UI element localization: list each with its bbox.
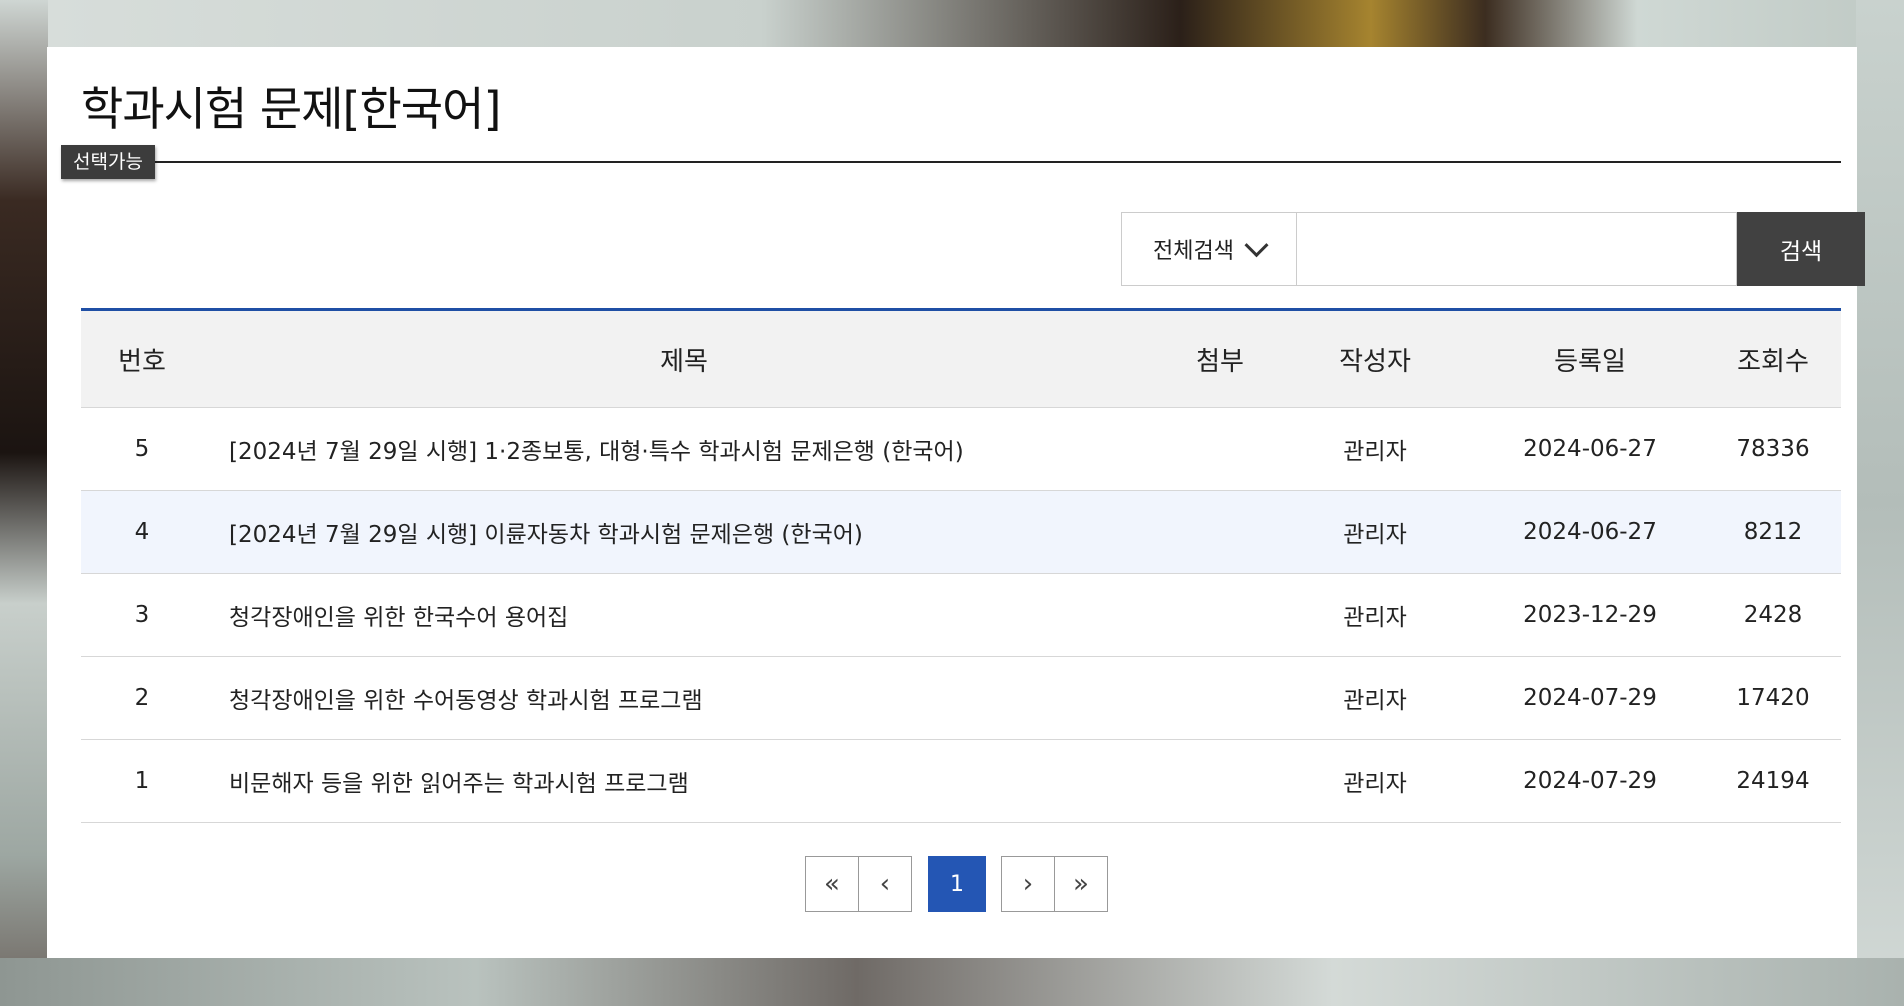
column-header-date: 등록일: [1475, 309, 1705, 408]
board-panel: 학과시험 문제[한국어] 선택가능 전체검색 검색 번호 제목 첨부 작성자 등…: [47, 47, 1865, 958]
table-row[interactable]: 5 [2024년 7월 29일 시행] 1·2종보통, 대형·특수 학과시험 문…: [81, 407, 1841, 491]
row-date: 2024-06-27: [1475, 490, 1705, 574]
column-header-author: 작성자: [1275, 309, 1475, 408]
row-attachment: [1165, 739, 1275, 823]
row-number: 5: [81, 407, 203, 491]
row-author: 관리자: [1275, 656, 1475, 740]
row-views: 17420: [1705, 656, 1841, 740]
search-bar: 전체검색 검색: [1121, 212, 1865, 286]
column-header-number: 번호: [81, 309, 203, 408]
chevron-left-icon: ‹: [879, 869, 891, 899]
last-page-button[interactable]: »: [1054, 856, 1108, 912]
row-attachment: [1165, 573, 1275, 657]
double-chevron-right-icon: »: [1073, 869, 1089, 899]
row-attachment: [1165, 407, 1275, 491]
column-header-views: 조회수: [1705, 309, 1841, 408]
row-author: 관리자: [1275, 490, 1475, 574]
table-row[interactable]: 3 청각장애인을 위한 한국수어 용어집 관리자 2023-12-29 2428: [81, 573, 1841, 657]
column-header-attachment: 첨부: [1165, 309, 1275, 408]
row-views: 24194: [1705, 739, 1841, 823]
row-date: 2023-12-29: [1475, 573, 1705, 657]
row-author: 관리자: [1275, 739, 1475, 823]
chevron-right-icon: ›: [1022, 869, 1034, 899]
first-page-button[interactable]: «: [805, 856, 859, 912]
row-title-link[interactable]: 비문해자 등을 위한 읽어주는 학과시험 프로그램: [203, 739, 1165, 823]
row-title-link[interactable]: [2024년 7월 29일 시행] 이륜자동차 학과시험 문제은행 (한국어): [203, 490, 1165, 574]
row-title-link[interactable]: [2024년 7월 29일 시행] 1·2종보통, 대형·특수 학과시험 문제은…: [203, 407, 1165, 491]
row-author: 관리자: [1275, 573, 1475, 657]
search-scope-label: 전체검색: [1153, 239, 1234, 264]
row-attachment: [1165, 656, 1275, 740]
search-input[interactable]: [1296, 212, 1737, 286]
row-number: 4: [81, 490, 203, 574]
prev-page-button[interactable]: ‹: [858, 856, 912, 912]
row-number: 3: [81, 573, 203, 657]
row-date: 2024-07-29: [1475, 739, 1705, 823]
background-top-strip: [0, 0, 1904, 48]
row-date: 2024-06-27: [1475, 407, 1705, 491]
table-row[interactable]: 4 [2024년 7월 29일 시행] 이륜자동차 학과시험 문제은행 (한국어…: [81, 490, 1841, 574]
background-left-strip: [0, 0, 48, 1006]
title-divider: [81, 161, 1841, 163]
row-views: 8212: [1705, 490, 1841, 574]
background-right-strip: [1856, 0, 1904, 1006]
row-date: 2024-07-29: [1475, 656, 1705, 740]
board-table: 번호 제목 첨부 작성자 등록일 조회수 5 [2024년 7월 29일 시행]…: [81, 308, 1841, 823]
chevron-down-icon: [1244, 232, 1269, 257]
row-author: 관리자: [1275, 407, 1475, 491]
pagination: « ‹ 1 › »: [805, 856, 1108, 912]
double-chevron-left-icon: «: [824, 869, 840, 899]
selectable-badge[interactable]: 선택가능: [61, 145, 155, 179]
row-number: 2: [81, 656, 203, 740]
table-row[interactable]: 1 비문해자 등을 위한 읽어주는 학과시험 프로그램 관리자 2024-07-…: [81, 739, 1841, 823]
row-views: 78336: [1705, 407, 1841, 491]
row-title-link[interactable]: 청각장애인을 위한 한국수어 용어집: [203, 573, 1165, 657]
page-title: 학과시험 문제[한국어]: [81, 82, 501, 136]
background-bottom-strip: [0, 958, 1904, 1006]
next-page-button[interactable]: ›: [1001, 856, 1055, 912]
row-title-link[interactable]: 청각장애인을 위한 수어동영상 학과시험 프로그램: [203, 656, 1165, 740]
table-row[interactable]: 2 청각장애인을 위한 수어동영상 학과시험 프로그램 관리자 2024-07-…: [81, 656, 1841, 740]
search-scope-select[interactable]: 전체검색: [1121, 212, 1296, 286]
row-views: 2428: [1705, 573, 1841, 657]
column-header-title: 제목: [203, 309, 1165, 408]
table-header-row: 번호 제목 첨부 작성자 등록일 조회수: [81, 309, 1841, 408]
row-number: 1: [81, 739, 203, 823]
page-number-current[interactable]: 1: [928, 856, 986, 912]
search-button[interactable]: 검색: [1737, 212, 1865, 286]
row-attachment: [1165, 490, 1275, 574]
